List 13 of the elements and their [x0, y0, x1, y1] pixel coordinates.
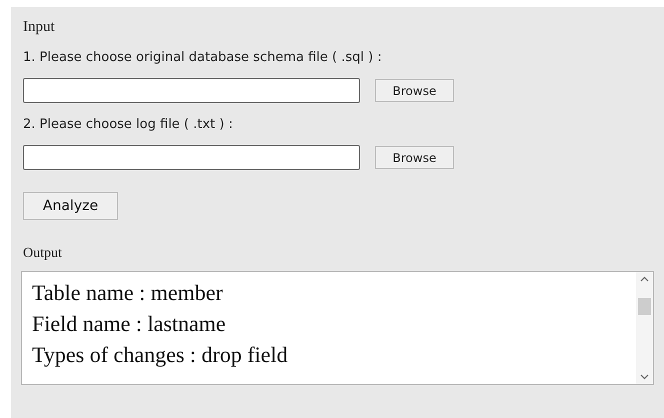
file-path-field[interactable]: [23, 145, 360, 170]
output-textarea[interactable]: Table name : member Field name : lastname Types of changes : drop field: [21, 271, 654, 385]
browse-button[interactable]: Browse: [375, 146, 454, 169]
field-label: 1. Please choose original database schema file ( .sql ) :: [23, 50, 383, 65]
output-line: Types of changes : drop field: [32, 341, 289, 369]
section-heading: Input: [23, 19, 56, 36]
field-label: 2. Please choose log file ( .txt ) :: [23, 117, 234, 132]
output-line: Field name : lastname: [32, 310, 227, 338]
output-line: Table name : member: [32, 279, 224, 307]
analyze-button[interactable]: Analyze: [23, 192, 118, 220]
file-path-field[interactable]: [23, 78, 360, 103]
section-heading: Output: [23, 246, 63, 262]
browse-button[interactable]: Browse: [375, 79, 454, 102]
